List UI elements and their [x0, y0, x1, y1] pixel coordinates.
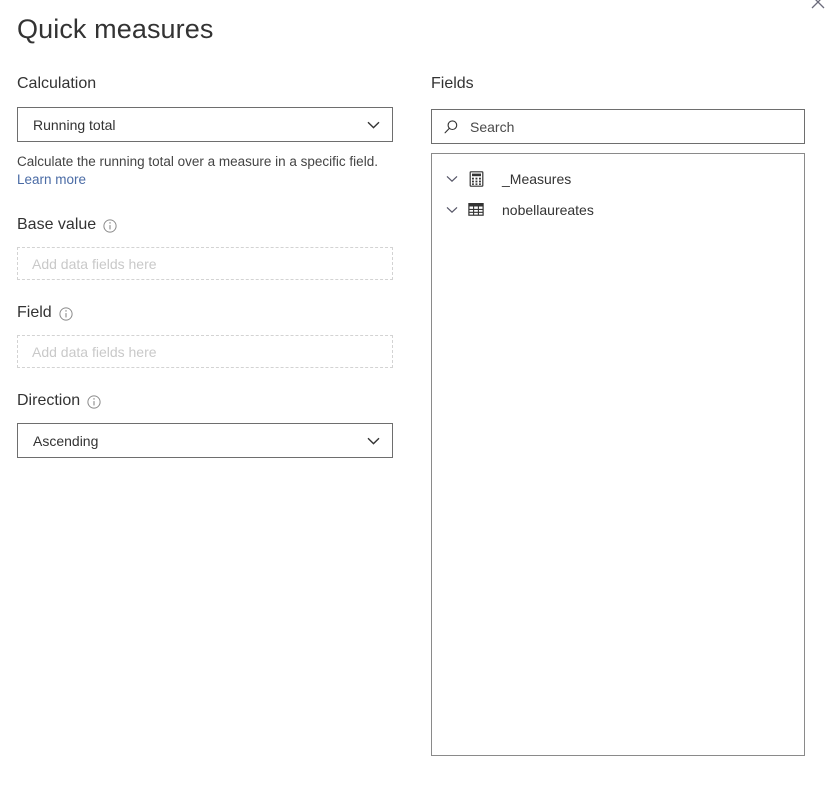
calculation-select[interactable]: Running total [17, 107, 393, 142]
table-icon [463, 202, 489, 217]
fields-tree[interactable]: _Measures nobellaureates [431, 153, 805, 756]
close-button[interactable] [807, 0, 829, 13]
info-icon[interactable] [87, 395, 101, 409]
search-input[interactable] [470, 110, 804, 143]
info-icon[interactable] [59, 307, 73, 321]
direction-select-value: Ascending [33, 432, 99, 449]
search-box[interactable] [431, 109, 805, 144]
calculator-icon [463, 170, 489, 187]
tree-item-label: _Measures [502, 170, 572, 187]
calculation-help-text: Calculate the running total over a measu… [17, 153, 389, 189]
fields-panel: Fields Search _Measures nobellaureates [431, 74, 805, 756]
direction-label-text: Direction [17, 392, 81, 409]
tree-item-nobellaureates[interactable]: nobellaureates [432, 194, 804, 225]
base-value-dropzone[interactable]: Add data fields here [17, 247, 393, 280]
chevron-down-icon[interactable] [441, 206, 463, 214]
chevron-down-icon[interactable] [441, 175, 463, 183]
quick-measure-form: Calculation Running total Calculate the … [17, 74, 393, 458]
base-value-label: Base value [17, 215, 393, 235]
direction-label: Direction [17, 391, 393, 411]
fields-panel-title: Fields [431, 75, 474, 92]
info-icon[interactable] [103, 219, 117, 233]
base-value-label-text: Base value [17, 216, 97, 233]
page-title: Quick measures [17, 14, 214, 44]
calculation-help-sentence: Calculate the running total over a measu… [17, 154, 378, 169]
tree-item-label: nobellaureates [502, 201, 594, 218]
field-label: Field [17, 303, 393, 323]
calculation-select-value: Running total [33, 116, 116, 133]
close-icon [811, 0, 825, 9]
calculation-label: Calculation [17, 74, 393, 94]
tree-item-measures[interactable]: _Measures [432, 163, 804, 194]
calculation-label-text: Calculation [17, 75, 97, 92]
field-placeholder: Add data fields here [32, 343, 157, 360]
field-dropzone[interactable]: Add data fields here [17, 335, 393, 368]
chevron-down-icon [367, 121, 380, 129]
field-label-text: Field [17, 304, 52, 321]
base-value-placeholder: Add data fields here [32, 255, 157, 272]
direction-select[interactable]: Ascending [17, 423, 393, 458]
chevron-down-icon [367, 437, 380, 445]
learn-more-link[interactable]: Learn more [17, 172, 86, 187]
search-icon [432, 119, 470, 135]
